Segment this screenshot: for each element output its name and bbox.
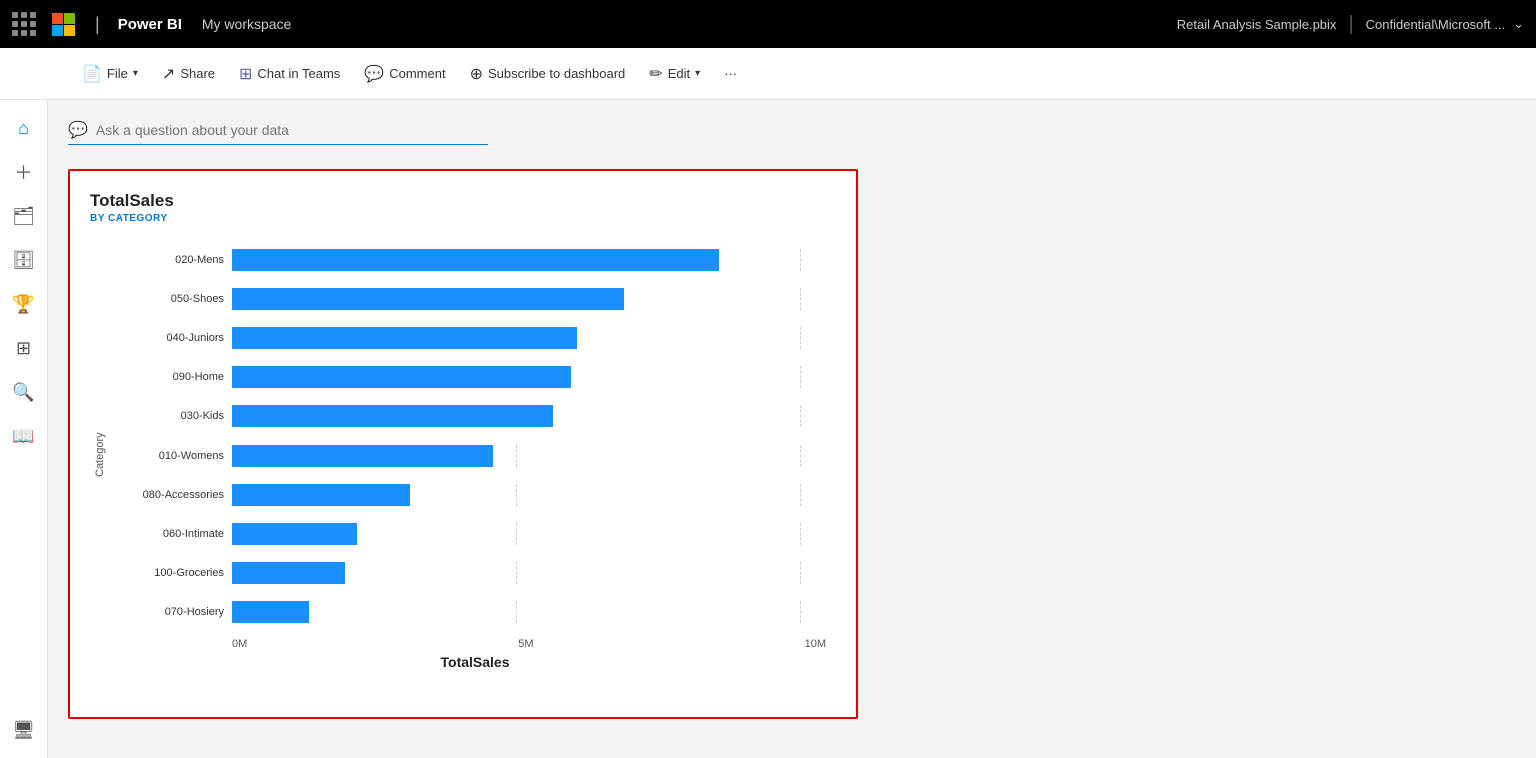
bar-fill [232,366,571,388]
sidebar-item-apps[interactable]: ⊞ [4,328,44,368]
share-icon: ↗ [162,64,175,84]
confidential-label: Confidential\Microsoft ... [1366,17,1505,32]
bar-track [232,327,826,349]
bar-fill [232,249,719,271]
bar-label: 050-Shoes [114,293,224,305]
sidebar: ⌂ ＋ 🗂 🗄 🏆 ⊞ 🔍 📖 🖥 [0,100,48,758]
bar-label: 070-Hosiery [114,606,224,618]
table-row: 070-Hosiery [114,601,826,623]
bar-track [232,445,826,467]
bar-label: 090-Home [114,371,224,383]
file-button[interactable]: 📄 File ▾ [72,59,148,89]
top-bar-right: Retail Analysis Sample.pbix | Confidenti… [1177,13,1524,36]
chart-subtitle: BY CATEGORY [90,213,836,224]
table-row: 100-Groceries [114,562,826,584]
sidebar-item-data[interactable]: 🗄 [4,240,44,280]
bar-fill [232,327,577,349]
bar-fill [232,484,410,506]
table-row: 010-Womens [114,445,826,467]
bar-track [232,288,826,310]
edit-button[interactable]: ✏ Edit ▾ [639,59,710,89]
chat-in-teams-button[interactable]: ⊞ Chat in Teams [229,59,350,89]
bars-area: 020-Mens 050-Shoes 040-Juniors 090-Home 030-… [114,240,836,632]
chart-area: Category 020-Mens 050-Shoes 040-Juniors 090… [90,240,836,670]
microsoft-logo [52,13,75,36]
chart-inner: 020-Mens 050-Shoes 040-Juniors 090-Home 030-… [114,240,836,670]
bar-label: 020-Mens [114,254,224,266]
sidebar-item-workspaces[interactable]: 🖥 [4,710,44,750]
table-row: 050-Shoes [114,288,826,310]
comment-icon: 💬 [364,64,384,84]
y-axis-label: Category [90,240,110,670]
bar-fill [232,601,309,623]
bar-fill [232,288,624,310]
bar-label: 060-Intimate [114,528,224,540]
edit-icon: ✏ [649,64,662,84]
table-row: 080-Accessories [114,484,826,506]
chart-container: TotalSales BY CATEGORY Category 020-Mens… [68,169,858,719]
workspace-name[interactable]: My workspace [202,16,291,32]
table-row: 030-Kids [114,405,826,427]
bar-label: 080-Accessories [114,489,224,501]
x-axis-tick: 0M [232,638,247,650]
filename: Retail Analysis Sample.pbix [1177,17,1337,32]
comment-button[interactable]: 💬 Comment [354,59,455,89]
bar-label: 100-Groceries [114,567,224,579]
sidebar-item-learn[interactable]: 📖 [4,416,44,456]
sidebar-item-home[interactable]: ⌂ [4,108,44,148]
bar-track [232,601,826,623]
bar-label: 040-Juniors [114,332,224,344]
bar-label: 010-Womens [114,450,224,462]
teams-icon: ⊞ [239,64,252,84]
top-bar: | Power BI My workspace Retail Analysis … [0,0,1536,48]
confidential-chevron[interactable]: ⌄ [1513,16,1524,32]
chart-title: TotalSales [90,191,836,211]
bar-fill [232,562,345,584]
bar-label: 030-Kids [114,410,224,422]
bar-track [232,523,826,545]
bar-fill [232,405,553,427]
sidebar-item-goals[interactable]: 🏆 [4,284,44,324]
bar-fill [232,523,357,545]
filename-separator: | [1348,13,1353,36]
table-row: 040-Juniors [114,327,826,349]
qa-bar: 💬 [68,120,1516,153]
bar-track [232,249,826,271]
subscribe-icon: ⊕ [470,64,483,84]
x-axis: 0M 5M 10M [114,638,836,650]
more-button[interactable]: ··· [714,61,747,86]
table-row: 060-Intimate [114,523,826,545]
share-button[interactable]: ↗ Share [152,59,225,89]
app-name: Power BI [118,16,182,33]
toolbar: 📄 File ▾ ↗ Share ⊞ Chat in Teams 💬 Comme… [0,48,1536,100]
x-axis-tick: 10M [805,638,826,650]
logo-separator: | [95,14,100,35]
qa-input-wrapper[interactable]: 💬 [68,120,488,145]
file-icon: 📄 [82,64,102,84]
apps-grid-icon[interactable] [12,12,36,36]
sidebar-item-browse[interactable]: 🗂 [4,196,44,236]
x-axis-title: TotalSales [114,654,836,670]
main-content: 💬 TotalSales BY CATEGORY Category 020-Me… [48,100,1536,758]
bar-track [232,405,826,427]
x-axis-tick: 5M [518,638,533,650]
bar-fill [232,445,493,467]
sidebar-item-create[interactable]: ＋ [4,152,44,192]
qa-input[interactable] [96,122,456,138]
qa-icon: 💬 [68,120,88,140]
table-row: 020-Mens [114,249,826,271]
subscribe-button[interactable]: ⊕ Subscribe to dashboard [460,59,636,89]
bar-track [232,366,826,388]
table-row: 090-Home [114,366,826,388]
bar-track [232,562,826,584]
sidebar-item-metrics[interactable]: 🔍 [4,372,44,412]
bar-track [232,484,826,506]
